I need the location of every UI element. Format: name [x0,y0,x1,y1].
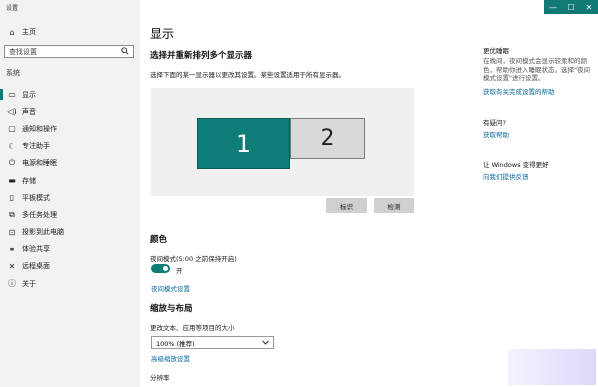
scale-dropdown[interactable]: 100% (推荐) [151,336,274,349]
display-arrangement-area[interactable]: 1 2 [151,88,414,196]
setup-help-link[interactable]: 获取有关完成设置的帮助 [483,86,555,96]
scale-layout-title: 缩放与布局 [150,304,193,314]
search-icon[interactable] [121,46,129,57]
home-icon: ⌂ [9,27,15,37]
night-light-toggle[interactable] [151,264,170,273]
sidebar-item-label: 电源和睡眠 [22,159,57,168]
share-icon: ⚭ [8,244,16,254]
info-icon: ⓘ [8,279,16,289]
sidebar-item-display[interactable]: ▭ 显示 [0,86,140,103]
project-icon: ⊡ [8,227,16,237]
sidebar-item-notifications[interactable]: ▢ 通知和操作 [0,120,140,137]
window-title: 设置 [6,5,19,12]
page-title: 显示 [150,27,175,41]
scale-dropdown-value: 100% (推荐) [156,339,195,348]
get-help-link[interactable]: 获取帮助 [483,129,509,139]
monitor-icon: ▭ [8,90,16,100]
questions-title: 有疑问? [483,119,506,127]
sidebar-item-storage[interactable]: ▬ 存储 [0,172,140,189]
arrange-title: 选择并重新排列多个显示器 [150,51,253,61]
advanced-scaling-link[interactable]: 高级缩放设置 [151,353,190,363]
sidebar-item-label: 平板模式 [22,193,50,202]
sidebar-item-multitasking[interactable]: ⧉ 多任务处理 [0,206,140,223]
tablet-icon: ▯ [9,193,15,203]
sidebar-item-label: 通知和操作 [22,124,57,133]
window-controls: — ☐ ✕ [544,0,598,14]
watermark-overlay [508,349,596,385]
remote-icon: ✕ [8,261,16,271]
sidebar-item-label: 专注助手 [22,142,50,151]
multitask-icon: ⧉ [9,209,15,219]
sidebar-item-tablet[interactable]: ▯ 平板模式 [0,189,140,206]
sleep-better-text: 在晚间，夜间模式会显示较柔和的颜色，帮助你进入睡眠状态。选择"夜间模式设置"进行… [483,57,590,82]
sidebar-item-project[interactable]: ⊡ 投影到此电脑 [0,224,140,241]
monitor-1[interactable]: 1 [197,118,290,169]
sidebar-item-label: 显示 [22,90,36,99]
scale-label: 更改文本、应用等项目的大小 [150,324,235,332]
sidebar-item-label: 投影到此电脑 [22,228,64,237]
night-light-label: 夜间模式(5:00 之前保持开启) [150,255,237,263]
section-label: 系统 [6,69,20,77]
sidebar-item-label: 远程桌面 [22,262,50,271]
sleep-better-title: 更优睡眠 [483,47,509,55]
sidebar-item-remote-desktop[interactable]: ✕ 远程桌面 [0,258,140,275]
night-light-settings-link[interactable]: 夜间模式设置 [151,283,190,293]
sidebar-item-label: 体验共享 [22,245,50,254]
sidebar-item-focus-assist[interactable]: ☾ 专注助手 [0,138,140,155]
minimize-button[interactable]: — [544,0,562,14]
moon-icon: ☾ [8,141,16,151]
storage-icon: ▬ [8,176,16,186]
sidebar: 设置 ⌂ 主页 查找设置 系统 ▭ 显示 ◁) 声音 ▢ 通知和操作 ☾ 专注助… [0,0,140,387]
search-input[interactable]: 查找设置 [4,45,134,58]
identify-button[interactable]: 标识 [326,198,367,213]
feedback-link[interactable]: 向我们提供反馈 [483,171,529,181]
notification-icon: ▢ [8,124,16,134]
resolution-label: 分辨率 [150,374,170,382]
chevron-down-icon [262,339,269,347]
sidebar-item-home[interactable]: ⌂ 主页 [0,25,140,39]
sidebar-item-sound[interactable]: ◁) 声音 [0,103,140,120]
monitor-2[interactable]: 2 [290,118,365,159]
sidebar-item-label: 主页 [22,28,36,36]
close-button[interactable]: ✕ [580,0,598,14]
toggle-state: 开 [176,267,183,275]
speaker-icon: ◁) [7,107,17,117]
improve-windows-title: 让 Windows 变得更好 [483,161,549,169]
detect-button[interactable]: 检测 [374,198,414,213]
sidebar-item-shared[interactable]: ⚭ 体验共享 [0,241,140,258]
arrange-description: 选择下面的某一显示器以更改其设置。某些设置适用于所有显示器。 [150,71,345,79]
maximize-button[interactable]: ☐ [562,0,580,14]
sidebar-item-about[interactable]: ⓘ 关于 [0,275,140,292]
sidebar-item-label: 关于 [22,279,36,288]
nav-list: ▭ 显示 ◁) 声音 ▢ 通知和操作 ☾ 专注助手 ⏻ 电源和睡眠 ▬ 存储 ▯… [0,86,140,292]
sidebar-item-label: 声音 [22,107,36,116]
sidebar-item-label: 多任务处理 [22,210,57,219]
search-placeholder: 查找设置 [9,47,37,56]
power-icon: ⏻ [8,158,16,168]
color-title: 颜色 [150,235,168,245]
sidebar-item-power[interactable]: ⏻ 电源和睡眠 [0,155,140,172]
sidebar-item-label: 存储 [22,176,36,185]
